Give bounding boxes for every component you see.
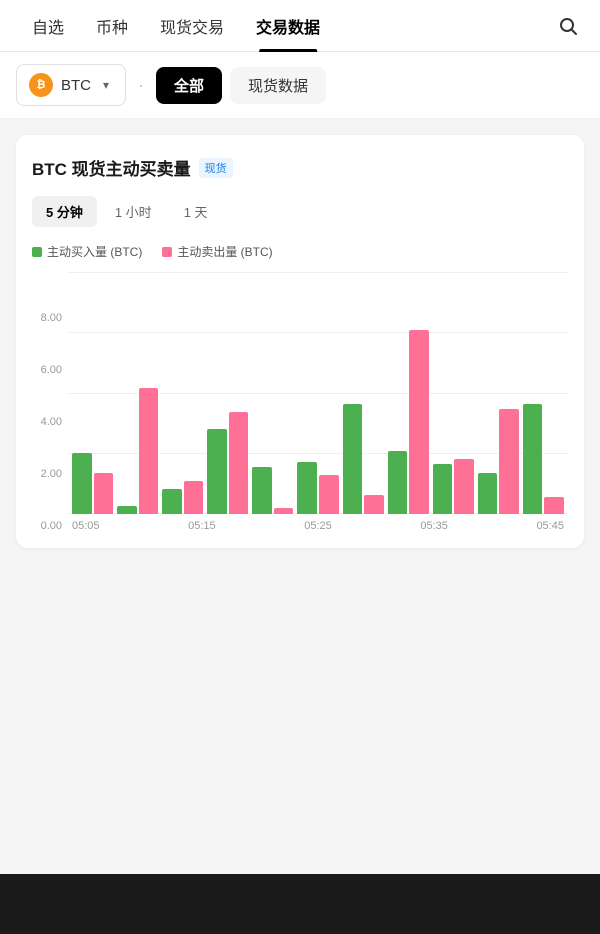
bar-group [478,409,519,514]
buy-bar [117,506,137,514]
buy-bar [343,404,363,514]
buy-bar [523,404,543,514]
sell-bar [544,497,564,514]
sell-bar [94,473,114,514]
card-title: BTC 现货主动买卖量 [32,155,191,180]
x-label-0525: 05:25 [304,520,332,532]
coin-selector[interactable]: ₿ BTC ▾ [16,64,126,106]
time-tabs: 5 分钟 1 小时 1 天 [32,196,568,227]
data-type-tabs: 全部 现货数据 [156,67,326,104]
bar-group [252,467,293,514]
sell-bar [454,459,474,514]
buy-bar [252,467,272,514]
nav-item-spot-trading[interactable]: 现货交易 [144,0,240,52]
sell-bar [274,508,294,514]
buy-bar [388,451,408,514]
sell-bar [364,495,384,514]
nav-item-coins[interactable]: 币种 [80,0,144,52]
buy-bar [478,473,498,514]
bottom-bar [0,874,600,934]
y-label-6: 6.00 [32,364,62,376]
legend-sell-label: 主动卖出量 (BTC) [177,243,272,260]
bar-group [433,459,474,514]
bars-container [68,272,568,514]
filter-row: ₿ BTC ▾ · 全部 现货数据 [0,52,600,119]
sell-bar [139,388,159,514]
time-tab-5min[interactable]: 5 分钟 [32,196,97,227]
y-label-4: 4.00 [32,416,62,428]
sell-bar [184,481,204,514]
legend-buy-color [32,247,42,257]
x-label-0505: 05:05 [72,520,100,532]
tab-spot-data[interactable]: 现货数据 [230,67,326,104]
chart-legend: 主动买入量 (BTC) 主动卖出量 (BTC) [32,243,568,260]
card-header: BTC 现货主动买卖量 现货 [32,155,568,180]
top-navigation: 自选 币种 现货交易 交易数据 [0,0,600,52]
sell-bar [499,409,519,514]
x-label-0515: 05:15 [188,520,216,532]
legend-sell-color [162,247,172,257]
coin-icon-symbol: ₿ [37,79,46,91]
coin-name: BTC [61,77,91,94]
time-tab-1hour[interactable]: 1 小时 [101,196,166,227]
search-icon [558,16,578,36]
legend-buy: 主动买入量 (BTC) [32,243,142,260]
x-label-0535: 05:35 [420,520,448,532]
bar-group [523,404,564,514]
main-content: BTC 现货主动买卖量 现货 5 分钟 1 小时 1 天 主动买入量 (BTC)… [0,119,600,564]
bar-group [162,481,203,514]
bar-group [297,462,338,514]
coin-icon: ₿ [29,73,53,97]
chart-card: BTC 现货主动买卖量 现货 5 分钟 1 小时 1 天 主动买入量 (BTC)… [16,135,584,548]
y-label-8: 8.00 [32,312,62,324]
chart-inner: 05:05 05:15 05:25 05:35 05:45 [68,272,568,532]
buy-bar [72,453,92,514]
legend-buy-label: 主动买入量 (BTC) [47,243,142,260]
bar-group [117,388,158,514]
sell-bar [319,475,339,514]
search-button[interactable] [552,10,584,42]
chart-area: 8.00 6.00 4.00 2.00 0.00 [32,272,568,532]
nav-item-watchlist[interactable]: 自选 [16,0,80,52]
y-label-0: 0.00 [32,520,62,532]
bar-group [343,404,384,514]
y-axis: 8.00 6.00 4.00 2.00 0.00 [32,312,68,532]
tab-all[interactable]: 全部 [156,67,222,104]
x-label-0545: 05:45 [536,520,564,532]
bar-group [388,330,429,514]
x-axis: 05:05 05:15 05:25 05:35 05:45 [68,520,568,532]
bar-group [207,412,248,514]
divider: · [138,75,144,96]
bar-group [72,453,113,514]
chevron-down-icon: ▾ [103,78,109,92]
spot-badge: 现货 [199,158,233,178]
nav-item-trade-data[interactable]: 交易数据 [240,0,336,52]
y-label-2: 2.00 [32,468,62,480]
buy-bar [207,429,227,514]
buy-bar [297,462,317,514]
time-tab-1day[interactable]: 1 天 [170,196,222,227]
sell-bar [409,330,429,514]
buy-bar [433,464,453,514]
buy-bar [162,489,182,514]
legend-sell: 主动卖出量 (BTC) [162,243,272,260]
bars-area [68,272,568,514]
sell-bar [229,412,249,514]
